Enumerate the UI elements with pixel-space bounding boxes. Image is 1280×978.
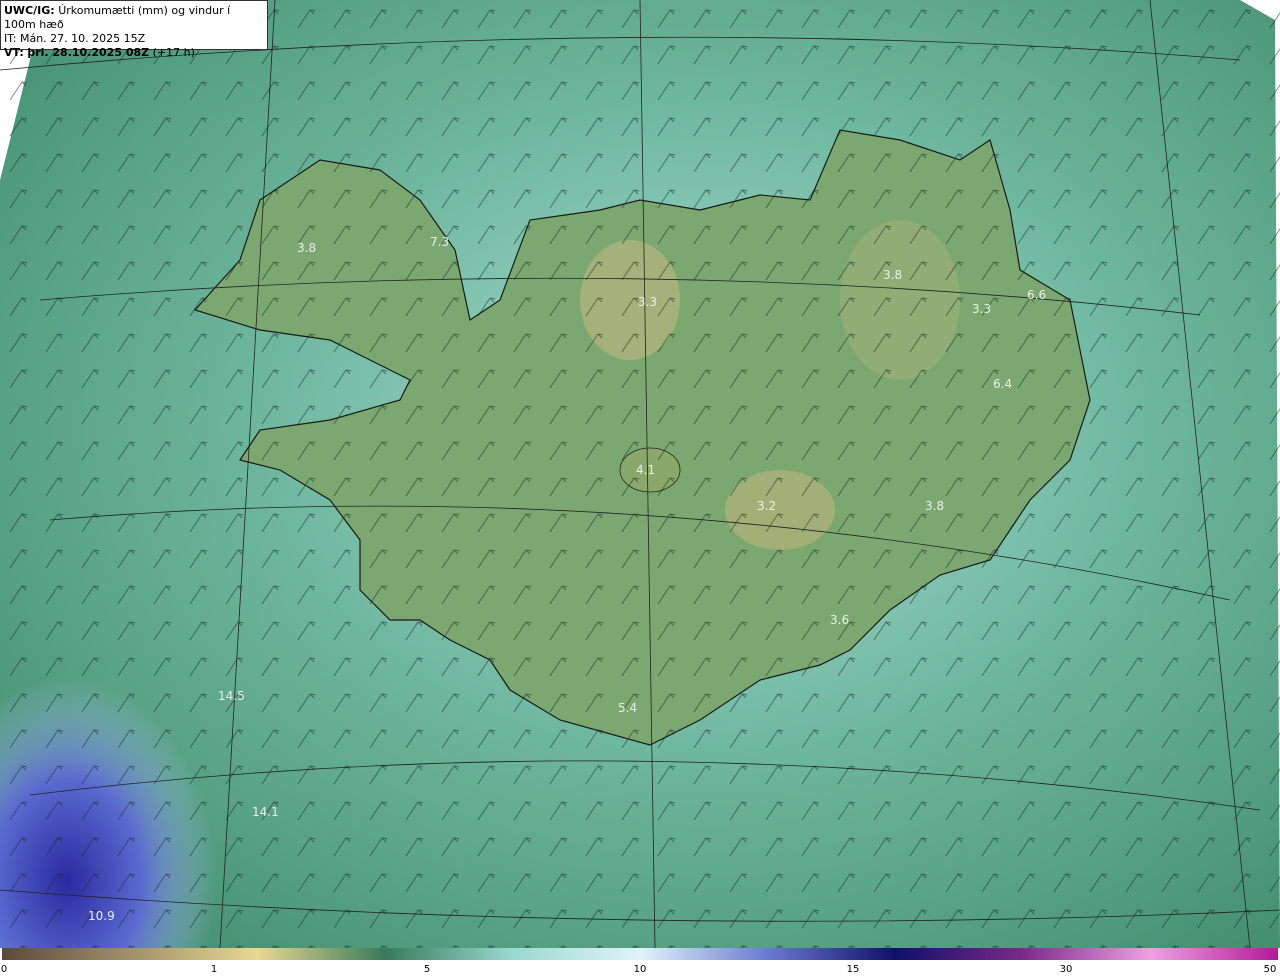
map-label: 7.3	[430, 235, 449, 249]
precipitation-map: 3.8 7.3 3.3 3.8 6.6 3.3 6.4 4.1 3.2 3.8 …	[0, 0, 1280, 948]
colorbar-tick: 5	[423, 964, 431, 975]
map-label: 3.8	[925, 499, 944, 513]
colorbar-tick: 1	[210, 964, 218, 975]
colorbar-tick: 10	[633, 964, 647, 975]
map-label: 3.6	[830, 613, 849, 627]
map-label: 6.4	[993, 377, 1012, 391]
map-info-box: UWC/IG: Úrkomumætti (mm) og vindur í 100…	[0, 0, 268, 59]
map-label: 3.3	[638, 295, 657, 309]
map-label: 6.6	[1027, 288, 1046, 302]
colorbar-tick: 50	[1263, 964, 1277, 975]
valid-time-line: VT: þri. 28.10.2025 08Z (+17 h)	[4, 46, 195, 59]
map-label: 14.1	[252, 805, 279, 819]
map-label: 3.8	[883, 268, 902, 282]
colorbar-tick: 15	[846, 964, 860, 975]
map-label: 3.3	[972, 302, 991, 316]
map-label: 3.2	[757, 499, 776, 513]
colorbar-tick: 30	[1059, 964, 1073, 975]
title-line: UWC/IG: Úrkomumætti (mm) og vindur í 100…	[4, 4, 231, 31]
map-label: 10.9	[88, 909, 115, 923]
map-label: 14.5	[218, 689, 245, 703]
colorbar-gradient	[2, 948, 1278, 960]
colorbar: 0 1 5 10 15 30 50	[0, 948, 1280, 978]
map-label: 3.8	[297, 241, 316, 255]
colorbar-tick: 0	[0, 964, 8, 975]
map-label: 5.4	[618, 701, 637, 715]
map-label: 4.1	[636, 463, 655, 477]
colorbar-strip	[2, 948, 1278, 960]
init-time: IT: Mán. 27. 10. 2025 15Z	[4, 32, 146, 45]
